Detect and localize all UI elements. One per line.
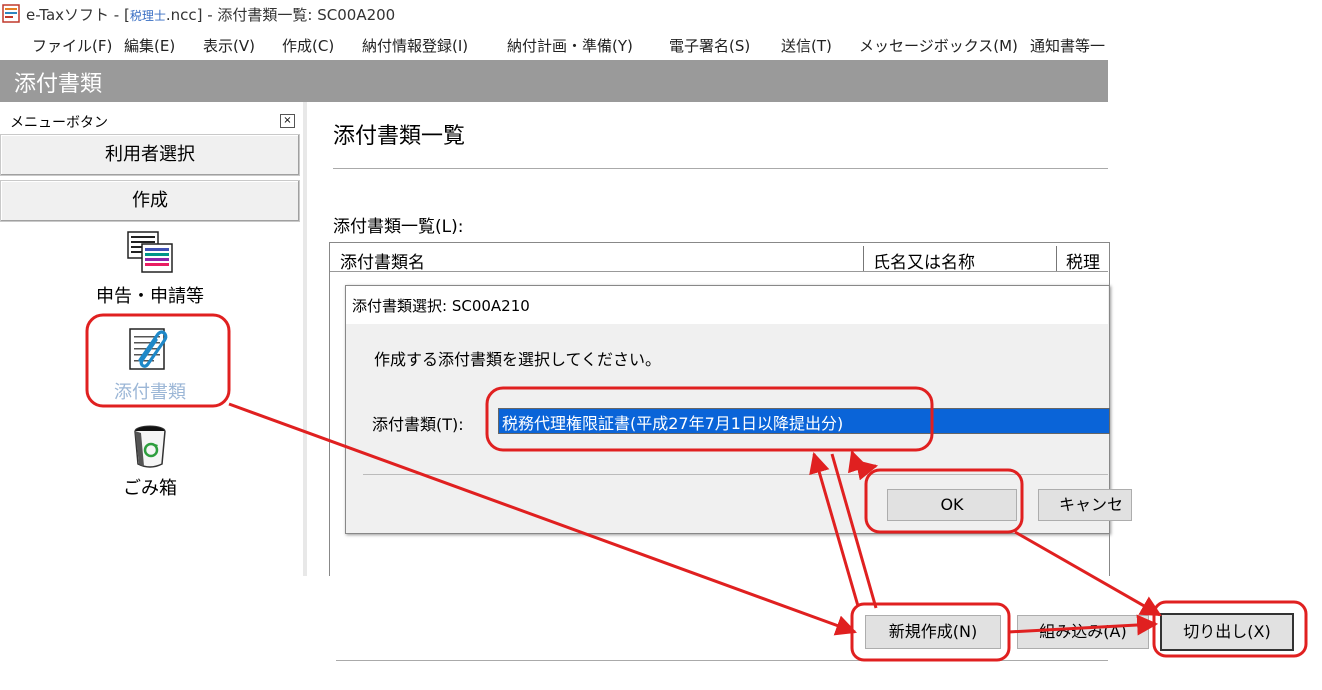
list-header: 添付書類名 氏名又は名称 税理	[330, 246, 1108, 273]
menu-edit[interactable]: 編集(E)	[124, 35, 175, 56]
menu-file[interactable]: ファイル(F)	[32, 35, 112, 56]
paperclip-document-icon[interactable]	[126, 326, 172, 372]
window-title: e-Taxソフト - [税理士.ncc] - 添付書類一覧: SC00A200	[26, 6, 396, 24]
window-title-file: 税理士	[129, 9, 166, 23]
sidebar-icon-label-returns[interactable]: 申告・申請等	[50, 282, 250, 308]
column-tax-accountant[interactable]: 税理	[1066, 248, 1100, 273]
column-divider[interactable]	[863, 246, 864, 271]
window-title-bar: e-Taxソフト - [税理士.ncc] - 添付書類一覧: SC00A200	[0, 0, 1108, 28]
column-attachment-name[interactable]: 添付書類名	[340, 248, 425, 273]
bottom-divider	[336, 660, 1108, 661]
sidebar-menu-label: メニューボタン	[10, 115, 108, 131]
page-header: 添付書類	[0, 60, 1108, 102]
dialog-title: 添付書類選択: SC00A210	[352, 297, 530, 315]
menu-bar: ファイル(F) 編集(E) 表示(V) 作成(C) 納付情報登録(I) 納付計画…	[0, 28, 1108, 60]
menu-notices[interactable]: 通知書等一	[1030, 35, 1105, 56]
sidebar-button-user-select[interactable]: 利用者選択	[0, 134, 300, 176]
list-label: 添付書類一覧(L):	[333, 217, 464, 237]
page-header-title: 添付書類	[14, 72, 103, 97]
attachment-type-label: 添付書類(T):	[372, 415, 464, 434]
sidebar-button-create[interactable]: 作成	[0, 180, 300, 222]
menu-create[interactable]: 作成(C)	[282, 35, 334, 56]
new-create-button[interactable]: 新規作成(N)	[865, 615, 1001, 649]
content-title: 添付書類一覧	[333, 124, 466, 149]
cancel-button[interactable]: キャンセル	[1038, 489, 1132, 521]
attachment-type-selected-value[interactable]: 税務代理権限証書(平成27年7月1日以降提出分)	[502, 410, 843, 434]
column-name[interactable]: 氏名又は名称	[873, 248, 975, 273]
dialog-divider	[363, 474, 1108, 475]
menu-signature[interactable]: 電子署名(S)	[669, 35, 750, 56]
menu-send[interactable]: 送信(T)	[781, 35, 832, 56]
etax-app-icon	[2, 4, 20, 23]
menu-payment-info[interactable]: 納付情報登録(I)	[362, 35, 468, 56]
document-list-icon[interactable]	[126, 230, 174, 274]
sidebar-close-button[interactable]: ×	[280, 114, 295, 128]
sidebar-icon-label-attachments[interactable]: 添付書類	[50, 378, 250, 404]
import-button[interactable]: 組み込み(A)	[1017, 615, 1149, 649]
column-divider[interactable]	[1056, 246, 1057, 271]
title-divider	[333, 168, 1108, 169]
dialog-prompt: 作成する添付書類を選択してください。	[374, 350, 662, 369]
menu-view[interactable]: 表示(V)	[203, 35, 255, 56]
ok-button[interactable]: OK	[887, 489, 1017, 521]
sidebar-icon-label-trash[interactable]: ごみ箱	[50, 474, 250, 500]
recycle-bin-icon[interactable]	[130, 424, 170, 470]
sidebar: メニューボタン × 利用者選択 作成 申告・申請等 添付書類 ごみ箱	[0, 102, 303, 662]
extract-button[interactable]: 切り出し(X)	[1160, 613, 1294, 651]
menu-payment-plan[interactable]: 納付計画・準備(Y)	[507, 35, 633, 56]
menu-messagebox[interactable]: メッセージボックス(M)	[859, 35, 1018, 56]
